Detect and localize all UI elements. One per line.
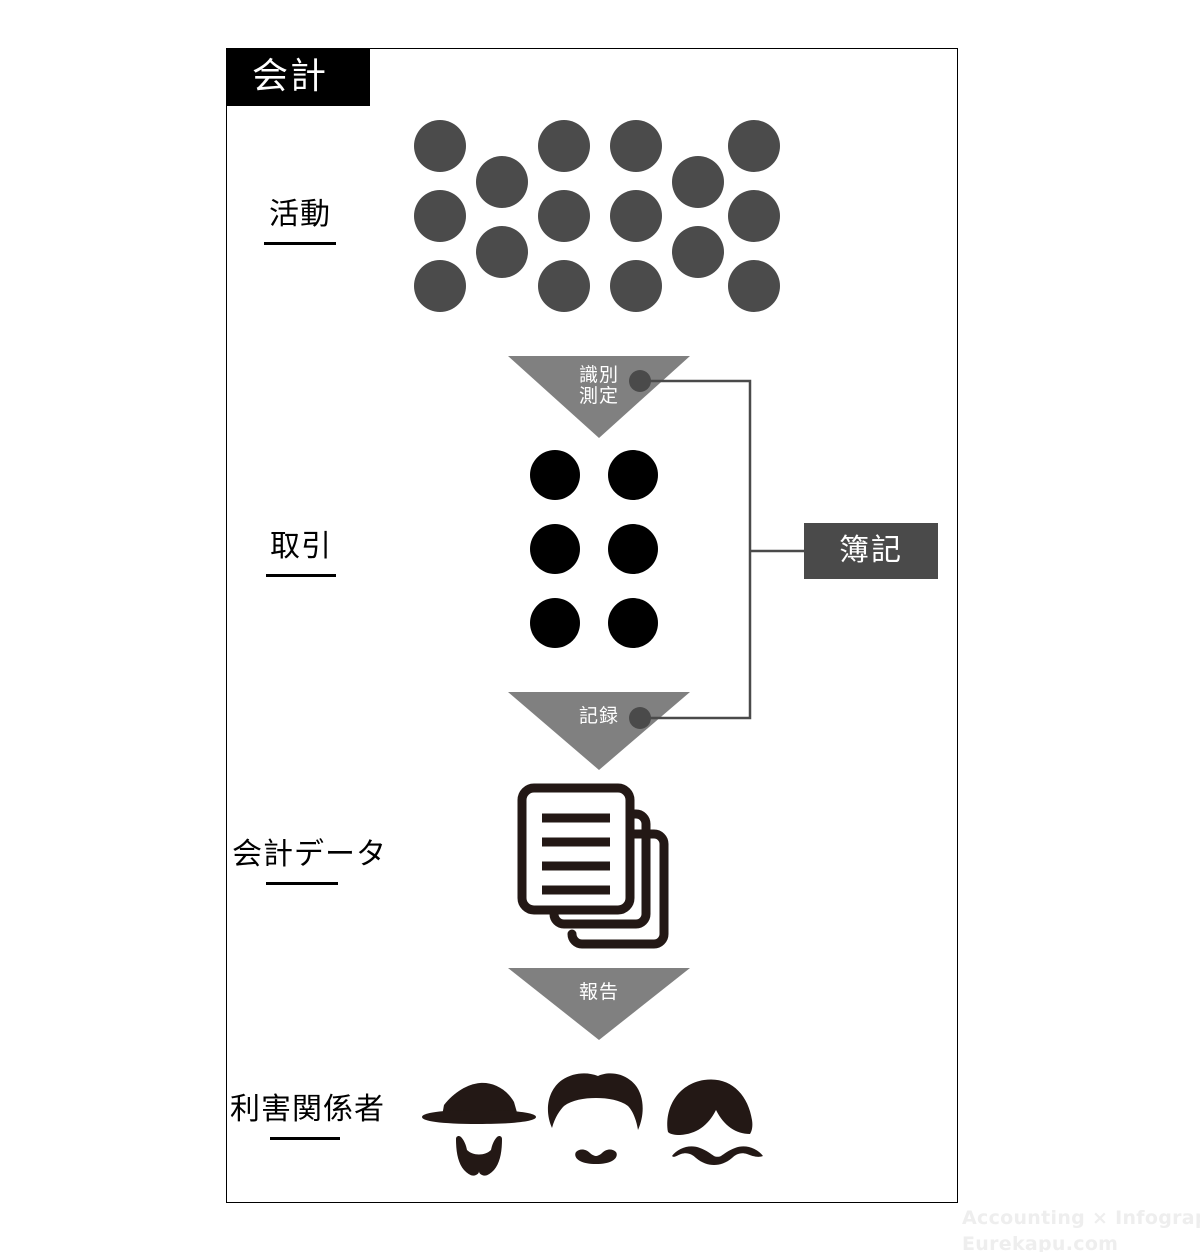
activity-circle xyxy=(476,156,528,208)
row-label-transaction-underline xyxy=(266,574,336,577)
activity-circle xyxy=(728,120,780,172)
stakeholder-figure-hair-mustache xyxy=(547,1073,643,1164)
row-label-transaction: 取引 xyxy=(266,532,336,577)
row-label-stakeholders: 利害関係者 xyxy=(230,1092,385,1140)
row-label-activity: 活動 xyxy=(264,200,336,245)
activity-circle xyxy=(672,226,724,278)
activity-circle-cluster xyxy=(406,112,786,320)
transaction-circle xyxy=(530,450,580,500)
transaction-circle xyxy=(530,524,580,574)
arrow-report: 報告 xyxy=(508,968,690,1040)
stakeholder-figure-hat-beard xyxy=(422,1082,536,1176)
row-label-accounting-data-underline xyxy=(266,882,338,885)
activity-circle xyxy=(610,260,662,312)
activity-circle xyxy=(728,190,780,242)
connector-dot-bottom xyxy=(629,707,651,729)
bookkeeping-label-box: 簿記 xyxy=(804,523,938,579)
activity-circle xyxy=(672,156,724,208)
watermark-line-1: Accounting × Infographic xyxy=(962,1207,1200,1229)
activity-circle xyxy=(414,190,466,242)
connector-dot-top xyxy=(629,370,651,392)
row-label-accounting-data-text: 会計データ xyxy=(232,837,387,872)
row-label-activity-underline xyxy=(264,242,336,245)
activity-circle xyxy=(538,190,590,242)
row-label-stakeholders-underline xyxy=(270,1137,340,1140)
activity-circle xyxy=(728,260,780,312)
row-label-stakeholders-text: 利害関係者 xyxy=(230,1092,385,1127)
activity-circle xyxy=(538,260,590,312)
activity-circle xyxy=(538,120,590,172)
row-label-activity-text: 活動 xyxy=(269,197,331,232)
row-label-transaction-text: 取引 xyxy=(270,529,332,564)
page-title-badge: 会計 xyxy=(226,48,370,106)
watermark-line-2: Eurekapu.com xyxy=(962,1232,1119,1252)
activity-circle xyxy=(610,190,662,242)
stakeholder-faces-icon xyxy=(420,1070,780,1182)
watermark: Accounting × Infographic Eurekapu.com xyxy=(962,1206,1200,1252)
infographic-canvas: 会計 活動 識別 測定 取引 記録 簿記 会計データ 報告 利害関係者 Acco… xyxy=(0,0,1200,1252)
bookkeeping-label: 簿記 xyxy=(839,533,903,568)
activity-circle xyxy=(610,120,662,172)
activity-circle xyxy=(476,226,528,278)
activity-circle xyxy=(414,120,466,172)
transaction-circle xyxy=(530,598,580,648)
page-title: 会計 xyxy=(252,56,329,97)
stakeholder-figure-hair-handlebar xyxy=(667,1079,763,1165)
row-label-accounting-data: 会計データ xyxy=(232,837,387,885)
activity-circle xyxy=(414,260,466,312)
bookkeeping-connector xyxy=(600,360,830,740)
document-stack-icon xyxy=(504,776,684,956)
